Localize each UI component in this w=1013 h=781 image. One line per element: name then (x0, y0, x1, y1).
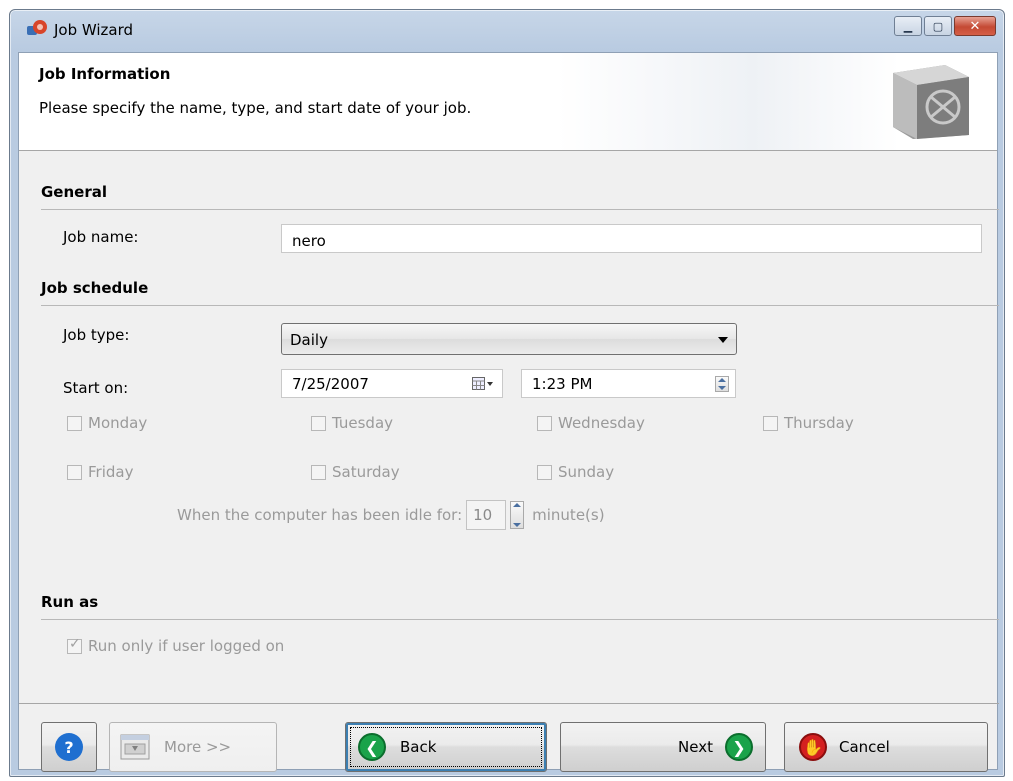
checkbox-box (537, 464, 552, 480)
start-date-value: 7/25/2007 (292, 375, 369, 393)
friday-checkbox[interactable]: Friday (67, 463, 133, 481)
general-divider (41, 209, 999, 210)
friday-label: Friday (88, 463, 134, 481)
wednesday-checkbox[interactable]: Wednesday (537, 414, 645, 432)
start-time-field[interactable]: 1:23 PM (521, 369, 736, 398)
next-button[interactable]: Next ❯ (560, 722, 766, 772)
window-controls: ▁ ▢ ✕ (894, 16, 996, 36)
checkbox-box (763, 415, 778, 431)
calendar-icon[interactable] (472, 377, 494, 391)
more-icon (120, 734, 150, 760)
general-section-title: General (41, 183, 107, 201)
chevron-down-icon (718, 337, 728, 343)
checkbox-box (537, 415, 552, 431)
window-title: Job Wizard (54, 21, 134, 39)
help-icon: ? (55, 733, 83, 761)
run-only-if-logged-on-checkbox[interactable]: ✓ Run only if user logged on (67, 635, 285, 655)
run-as-divider (41, 619, 999, 620)
idle-minutes-field[interactable]: 10 (466, 500, 507, 530)
cancel-button[interactable]: ✋ Cancel (784, 722, 988, 772)
next-arrow-icon: ❯ (725, 733, 753, 761)
checkbox-box (311, 415, 326, 431)
job-type-dropdown[interactable]: Daily (281, 323, 737, 355)
header-subtitle: Please specify the name, type, and start… (39, 99, 472, 117)
maximize-icon: ▢ (932, 19, 944, 33)
stop-hand-icon: ✋ (799, 733, 827, 761)
sunday-checkbox[interactable]: Sunday (537, 463, 614, 481)
start-time-value: 1:23 PM (532, 375, 593, 393)
monday-label: Monday (88, 414, 148, 432)
monday-checkbox[interactable]: Monday (67, 414, 147, 432)
job-type-value: Daily (290, 331, 328, 349)
close-button[interactable]: ✕ (954, 16, 996, 36)
start-date-picker[interactable]: 7/25/2007 (281, 369, 503, 398)
schedule-section-title: Job schedule (41, 279, 149, 297)
job-type-label: Job type: (63, 326, 130, 344)
time-spinner[interactable] (715, 376, 729, 392)
tuesday-checkbox[interactable]: Tuesday (311, 414, 393, 432)
run-only-label: Run only if user logged on (88, 637, 285, 655)
close-icon: ✕ (969, 18, 981, 34)
more-button[interactable]: More >> (109, 722, 277, 772)
next-label: Next (678, 738, 713, 756)
checkbox-box: ✓ (67, 635, 82, 654)
maximize-button[interactable]: ▢ (924, 16, 952, 36)
idle-label: When the computer has been idle for: (177, 506, 463, 524)
more-label: More >> (164, 738, 232, 756)
saturday-label: Saturday (332, 463, 400, 481)
checkbox-box (67, 464, 82, 480)
start-on-label: Start on: (63, 379, 129, 397)
title-bar[interactable]: Job Wizard ▁ ▢ ✕ (10, 10, 1004, 52)
checkbox-box (311, 464, 326, 480)
job-name-label: Job name: (63, 228, 139, 246)
wednesday-label: Wednesday (558, 414, 645, 432)
footer-divider (19, 703, 999, 704)
spin-up-icon (513, 503, 522, 507)
cancel-label: Cancel (839, 738, 890, 756)
job-wizard-window: Job Wizard ▁ ▢ ✕ Job Information Please … (9, 9, 1005, 777)
wizard-header: Job Information Please specify the name,… (19, 53, 997, 151)
thursday-checkbox[interactable]: Thursday (763, 414, 854, 432)
spin-up-icon (718, 378, 726, 382)
dialog-client: Job Information Please specify the name,… (18, 52, 999, 772)
app-icon (27, 20, 47, 35)
tuesday-label: Tuesday (332, 414, 394, 432)
saturday-checkbox[interactable]: Saturday (311, 463, 400, 481)
help-button[interactable]: ? (41, 722, 97, 772)
focus-ring (350, 727, 542, 767)
spin-down-icon (513, 523, 522, 527)
back-button[interactable]: ❮ Back (345, 722, 547, 772)
run-as-section-title: Run as (41, 593, 99, 611)
thursday-label: Thursday (784, 414, 854, 432)
spin-down-icon (718, 386, 726, 390)
checkbox-box (67, 415, 82, 431)
idle-row: When the computer has been idle for: 10 … (177, 500, 605, 530)
safe-icon (893, 65, 969, 139)
sunday-label: Sunday (558, 463, 615, 481)
header-title: Job Information (39, 65, 171, 83)
checkmark-icon: ✓ (69, 635, 81, 652)
minimize-icon: ▁ (903, 19, 913, 33)
schedule-divider (41, 305, 999, 306)
job-name-field[interactable]: nero (281, 224, 982, 253)
idle-spinner[interactable] (510, 501, 525, 529)
idle-unit-label: minute(s) (532, 506, 605, 524)
minimize-button[interactable]: ▁ (894, 16, 922, 36)
